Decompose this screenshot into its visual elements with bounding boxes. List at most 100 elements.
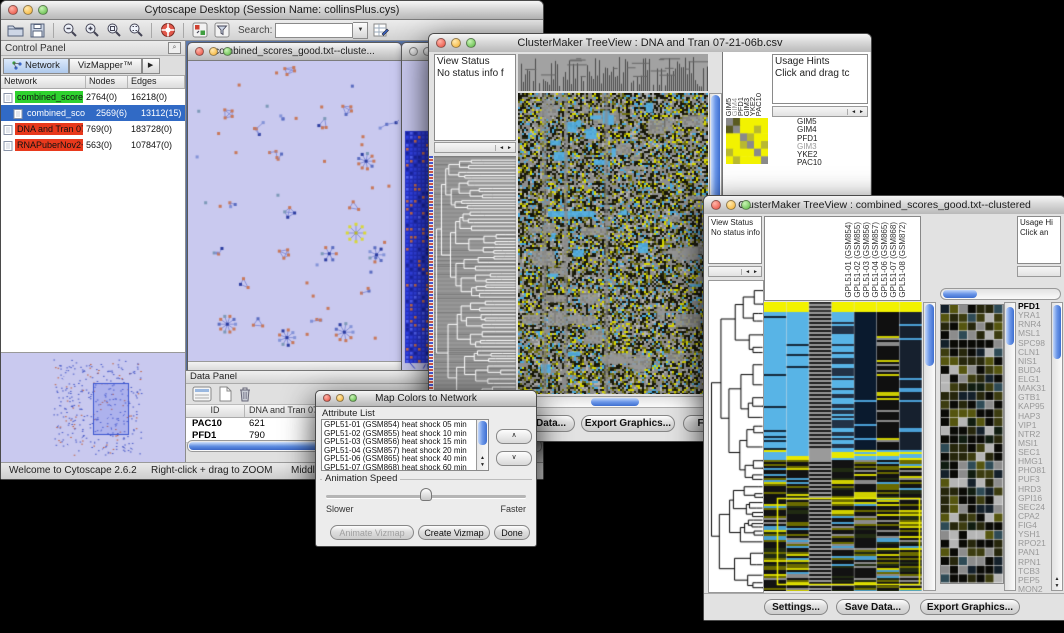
tab-network[interactable]: Network [3,58,69,74]
array-column-label[interactable]: GPL51-06 (GSM865) [880,222,889,298]
animate-vizmapbutton[interactable]: Animate Vizmap [330,525,414,540]
gene-list-vscrollbar[interactable]: ▲ ▼ [1051,302,1063,591]
network-list-row[interactable]: combined_scores 2764(0) 16218(0) [1,89,185,105]
minimize-button[interactable] [726,200,736,210]
col-id[interactable]: ID [186,405,245,417]
minimize-button[interactable] [209,47,218,56]
column-dendrogram-canvas[interactable] [518,54,708,91]
network-list-row[interactable]: RNAPuberNov2+ 563(0) 107847(0) [1,137,185,153]
scroll-left-icon[interactable]: ◄ [499,145,504,151]
close-button[interactable] [323,394,331,402]
scroll-left-icon[interactable]: ◄ [745,269,750,275]
donebutton[interactable]: Done [494,525,530,540]
move-up-button[interactable]: ∧ [496,429,532,444]
network-graph-canvas[interactable] [188,61,399,362]
array-column-label[interactable]: GPL51-02 (GSM855) [853,222,862,298]
attribute-browser-button[interactable] [371,22,390,39]
zoom-button[interactable] [349,394,357,402]
map-dialog-titlebar[interactable]: Map Colors to Network [316,391,536,407]
array-column-label[interactable]: GPL51-07 (GSM868) [889,222,898,298]
view-status-scrollbar[interactable]: ◄► [708,266,762,277]
scrollbar-thumb[interactable] [925,304,934,366]
search-dropdown-arrow[interactable]: ▼ [353,22,368,39]
zoom-button[interactable] [741,200,751,210]
float-panel-icon[interactable]: ⌕ [168,42,181,54]
scroll-right-icon[interactable]: ► [507,145,512,151]
attribute-item[interactable]: GPL51-07 (GSM868) heat shock 60 min [322,464,488,471]
detail-vscrollbar[interactable] [1004,302,1016,591]
filter-button[interactable] [212,22,231,39]
network-list-row[interactable]: DNA and Tran 07 769(0) 183728(0) [1,121,185,137]
network-view-titlebar[interactable]: combined_scores_good.txt--cluste... [188,43,401,61]
row-dendrogram-canvas[interactable] [708,280,764,593]
col-edges[interactable]: Edges [128,76,185,88]
heatmap-vscrollbar[interactable] [923,302,936,591]
global-heatmap-canvas[interactable] [764,302,922,591]
zoom-button[interactable] [38,5,48,15]
export-graphics-button[interactable]: Export Graphics... [581,415,675,432]
scrollbar-thumb[interactable] [774,108,804,115]
view-status-scrollbar[interactable]: ◄► [434,142,516,153]
new-attribute-button[interactable] [218,386,232,402]
detail-hscrollbar[interactable] [940,288,1061,300]
summary-heatmap-canvas[interactable] [726,118,768,164]
network-overview-canvas[interactable] [1,353,184,461]
network-list-row[interactable]: combined_sco 2569(6) 13112(15) [1,105,185,121]
list-vscrollbar[interactable]: ▲ ▼ [476,420,488,470]
scroll-down-icon[interactable]: ▼ [477,462,488,469]
export-graphics-button[interactable]: Export Graphics... [920,599,1020,615]
open-session-button[interactable] [6,22,25,39]
minimize-button[interactable] [451,38,461,48]
col-network[interactable]: Network [1,76,86,88]
row-dendrogram-canvas[interactable] [434,156,516,408]
column-gene-label[interactable]: PAC10 [756,93,762,116]
scrollbar-thumb[interactable] [710,268,728,275]
zoom-fit-button[interactable] [104,22,123,39]
zoom-button[interactable] [223,47,232,56]
main-titlebar[interactable]: Cytoscape Desktop (Session Name: collins… [1,1,543,20]
scrollbar-thumb[interactable] [943,290,977,298]
scroll-down-icon[interactable]: ▼ [1052,583,1062,589]
scroll-right-icon[interactable]: ► [859,109,864,115]
array-column-label[interactable]: GPL51-04 (GSM857) [871,222,880,298]
vizmapper-button[interactable] [190,22,209,39]
minimize-button[interactable] [23,5,33,15]
scrollbar-thumb[interactable] [436,144,466,151]
detail-heatmap-canvas[interactable] [940,304,1004,584]
treeview1-titlebar[interactable]: ClusterMaker TreeView : DNA and Tran 07-… [429,34,871,53]
save-session-button[interactable] [28,22,47,39]
minimize-button[interactable] [336,394,344,402]
array-column-label[interactable]: GPL51-01 (GSM854) [844,222,853,298]
help-button[interactable] [158,22,177,39]
scrollbar-thumb[interactable] [1006,307,1014,345]
network-overview-panel[interactable] [1,352,185,463]
delete-attribute-button[interactable] [238,386,252,402]
scrollbar-thumb[interactable] [1053,305,1061,359]
close-button[interactable] [195,47,204,56]
scrollbar-thumb[interactable] [478,421,487,445]
zoom-in-button[interactable] [82,22,101,39]
array-column-label[interactable]: GPL51-08 (GSM872) [898,222,907,298]
usage-hints-scrollbar[interactable] [1017,266,1061,277]
scrollbar-thumb[interactable] [591,398,639,406]
treeview2-titlebar[interactable]: ClusterMaker TreeView : combined_scores_… [704,196,1064,215]
zoom-button[interactable] [466,38,476,48]
tab-vizmapper[interactable]: VizMapper™ [69,58,142,74]
slider-thumb[interactable] [420,488,432,501]
attribute-listbox[interactable]: GPL51-01 (GSM854) heat shock 05 minGPL51… [321,419,489,471]
scroll-left-icon[interactable]: ◄ [851,109,856,115]
close-button[interactable] [8,5,18,15]
move-down-button[interactable]: ∨ [496,451,532,466]
select-attributes-button[interactable] [192,386,212,402]
tab-overflow-arrow[interactable]: ▶ [142,58,160,74]
row-gene-label[interactable]: PAC10 [797,159,841,167]
scrollbar-thumb[interactable] [1019,268,1035,275]
scroll-up-icon[interactable]: ▲ [1052,576,1062,582]
col-nodes[interactable]: Nodes [86,76,128,88]
scroll-right-icon[interactable]: ► [753,269,758,275]
close-button[interactable] [436,38,446,48]
close-button[interactable] [409,47,418,56]
create-vizmapbutton[interactable]: Create Vizmap [418,525,490,540]
usage-hints-scrollbar[interactable]: ◄► [772,106,868,117]
scroll-up-icon[interactable]: ▲ [477,455,488,462]
